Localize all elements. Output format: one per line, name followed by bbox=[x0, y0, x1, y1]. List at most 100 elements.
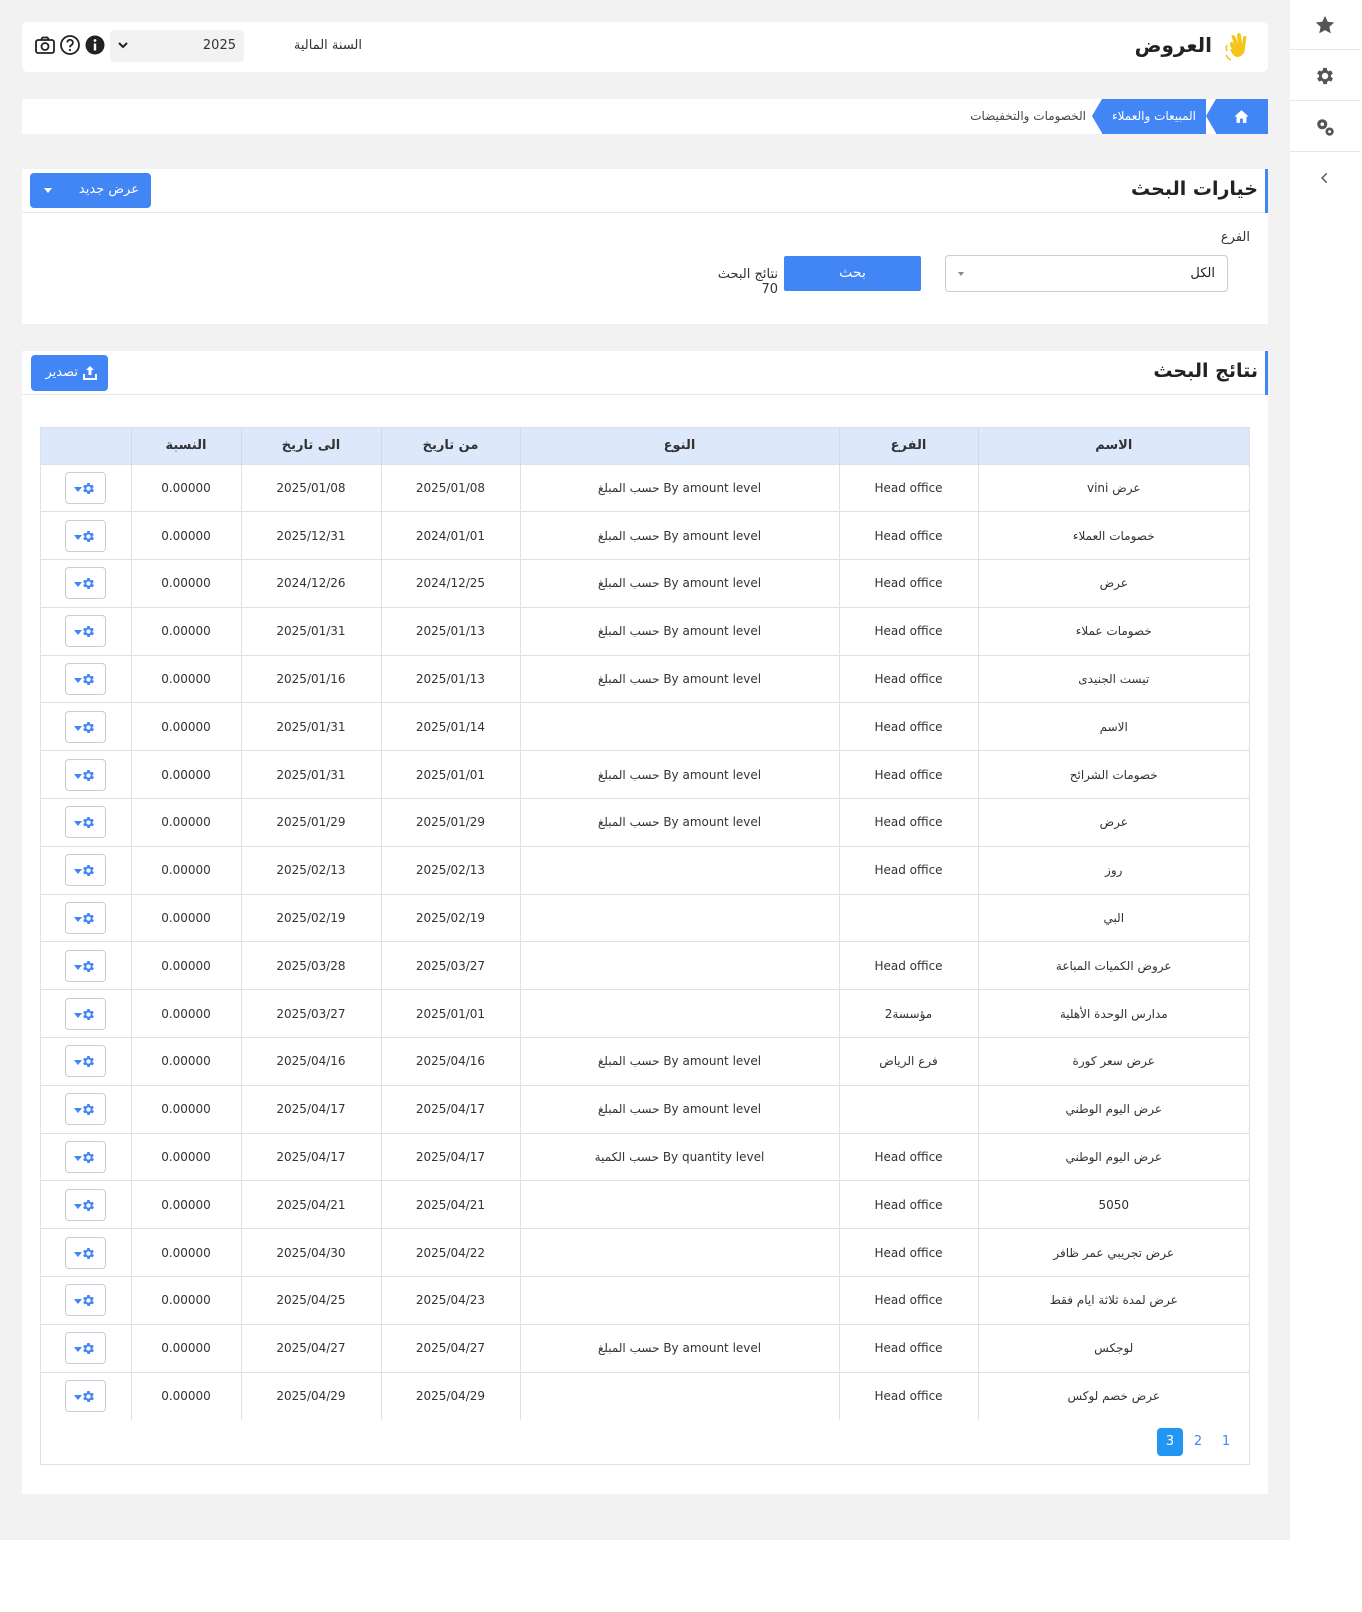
cell-actions bbox=[41, 559, 131, 608]
cell-from-date: 2024/01/01 bbox=[380, 511, 520, 560]
header-icons bbox=[34, 34, 106, 56]
gear-icon bbox=[83, 674, 95, 686]
gear-icon bbox=[83, 530, 95, 542]
row-actions-button[interactable] bbox=[65, 1284, 107, 1317]
caret-down-icon bbox=[74, 1299, 83, 1305]
row-actions-button[interactable] bbox=[65, 567, 107, 600]
cell-branch: Head office bbox=[838, 559, 978, 608]
row-actions-button[interactable] bbox=[65, 1236, 107, 1269]
export-button[interactable]: تصدير bbox=[31, 355, 108, 391]
table-row: روز Head office 2025/02/13 2025/02/13 0.0000… bbox=[41, 845, 1249, 895]
cell-name: خصومات عملاء bbox=[977, 606, 1249, 656]
fiscal-year-select[interactable]: 2025 bbox=[110, 30, 244, 62]
column-header-name[interactable]: الاسم bbox=[977, 428, 1249, 464]
gear-icon bbox=[83, 1008, 95, 1020]
table-row: عرض Head office حسب المبلغ By amount level… bbox=[41, 798, 1249, 847]
help-icon[interactable] bbox=[59, 34, 81, 56]
cell-branch: فرع الرياض bbox=[838, 1037, 978, 1086]
breadcrumb-home[interactable] bbox=[1216, 99, 1268, 134]
table-row: عرض اليوم الوطني Head office حسب الكمية By… bbox=[41, 1132, 1249, 1181]
row-actions-button[interactable] bbox=[65, 615, 107, 648]
cell-actions bbox=[41, 1228, 131, 1277]
cell-percentage: 0.00000 bbox=[130, 511, 241, 560]
results-count-label: نتائج البحث bbox=[717, 267, 778, 282]
gear-icon bbox=[83, 1104, 95, 1116]
cell-type: حسب المبلغ By amount level bbox=[519, 1037, 839, 1086]
info-icon[interactable] bbox=[84, 34, 106, 56]
cell-type: حسب المبلغ By amount level bbox=[519, 798, 839, 847]
panel-accent-bar bbox=[1265, 351, 1268, 395]
cell-percentage: 0.00000 bbox=[130, 750, 241, 799]
row-actions-button[interactable] bbox=[65, 1188, 107, 1221]
row-actions-button[interactable] bbox=[65, 902, 107, 935]
sidebar-item-settings[interactable] bbox=[1290, 51, 1360, 101]
column-header-branch[interactable]: الفرع bbox=[838, 428, 978, 464]
cell-percentage: 0.00000 bbox=[130, 1371, 241, 1420]
cell-percentage: 0.00000 bbox=[130, 463, 241, 512]
caret-down-icon bbox=[44, 188, 52, 193]
row-actions-button[interactable] bbox=[65, 758, 107, 791]
cell-from-date: 2025/04/16 bbox=[380, 1037, 520, 1086]
sidebar-collapse-toggle[interactable] bbox=[1290, 153, 1360, 203]
row-actions-button[interactable] bbox=[65, 1332, 107, 1365]
page-link-3[interactable]: 3 bbox=[1157, 1428, 1183, 1456]
row-actions-button[interactable] bbox=[65, 1141, 107, 1174]
branch-select[interactable]: الكل bbox=[945, 255, 1228, 292]
table-row: عرض تجريبي عمر ظافر Head office 2025/04/22… bbox=[41, 1228, 1249, 1277]
row-actions-button[interactable] bbox=[65, 854, 107, 887]
row-actions-button[interactable] bbox=[65, 471, 107, 504]
column-header-type[interactable]: النوع bbox=[519, 428, 839, 464]
cell-branch: Head office bbox=[838, 941, 978, 990]
row-actions-button[interactable] bbox=[65, 1045, 107, 1078]
cell-name: عرض سعر كورة bbox=[977, 1037, 1249, 1086]
page-link-2[interactable]: 2 bbox=[1185, 1428, 1211, 1456]
row-actions-button[interactable] bbox=[65, 1093, 107, 1126]
cell-branch: مؤسسة2 bbox=[838, 989, 978, 1038]
cell-type bbox=[519, 845, 839, 895]
cell-type bbox=[519, 1276, 839, 1325]
cell-name: مدارس الوحدة الأهلية bbox=[977, 989, 1249, 1038]
cell-percentage: 0.00000 bbox=[130, 798, 241, 847]
gear-icon bbox=[83, 1152, 95, 1164]
column-header-to-date[interactable]: الى تاريخ bbox=[240, 428, 381, 464]
cell-percentage: 0.00000 bbox=[130, 1228, 241, 1277]
cell-type: حسب المبلغ By amount level bbox=[519, 1323, 839, 1373]
row-actions-button[interactable] bbox=[65, 710, 107, 743]
row-actions-button[interactable] bbox=[65, 806, 107, 839]
sidebar-item-favorites[interactable] bbox=[1290, 0, 1360, 50]
table-row: عرض خصم لوكس Head office 2025/04/29 2025/04… bbox=[41, 1371, 1249, 1420]
row-actions-button[interactable] bbox=[65, 1380, 107, 1413]
search-button[interactable]: بحث bbox=[784, 256, 921, 291]
gear-icon bbox=[83, 1295, 95, 1307]
cell-name: عروض الكميات المباعة bbox=[977, 941, 1249, 990]
table-row: الاسم Head office 2025/01/14 2025/01/31 0.00… bbox=[41, 702, 1249, 751]
search-results-header: نتائج البحث تصدير bbox=[22, 351, 1268, 395]
camera-icon[interactable] bbox=[34, 34, 56, 56]
cell-type: حسب المبلغ By amount level bbox=[519, 511, 839, 560]
cell-from-date: 2025/04/23 bbox=[380, 1276, 520, 1325]
breadcrumb-sales-customers[interactable]: المبيعات والعملاء bbox=[1102, 99, 1206, 134]
cell-to-date: 2025/01/31 bbox=[240, 750, 381, 799]
results-count-value: 70 bbox=[761, 282, 778, 297]
cell-percentage: 0.00000 bbox=[130, 702, 241, 751]
cell-to-date: 2025/04/17 bbox=[240, 1084, 381, 1134]
cell-to-date: 2025/01/08 bbox=[240, 463, 381, 512]
row-actions-button[interactable] bbox=[65, 949, 107, 982]
caret-down-icon bbox=[74, 486, 83, 492]
table-row: 5050 Head office 2025/04/21 2025/04/21 0.000… bbox=[41, 1180, 1249, 1229]
caret-down-icon bbox=[74, 869, 83, 875]
row-actions-button[interactable] bbox=[65, 997, 107, 1030]
row-actions-button[interactable] bbox=[65, 519, 107, 552]
cell-percentage: 0.00000 bbox=[130, 1037, 241, 1086]
cell-type: حسب المبلغ By amount level bbox=[519, 559, 839, 608]
sidebar-item-advanced-settings[interactable] bbox=[1290, 102, 1360, 152]
new-offer-button[interactable]: عرض جديد bbox=[30, 173, 151, 208]
column-header-from-date[interactable]: من تاريخ bbox=[380, 428, 520, 464]
cell-branch: Head office bbox=[838, 606, 978, 656]
cell-percentage: 0.00000 bbox=[130, 654, 241, 703]
table-row: البي 2025/02/19 2025/02/19 0.00000 bbox=[41, 893, 1249, 942]
row-actions-button[interactable] bbox=[65, 663, 107, 696]
cell-to-date: 2025/03/27 bbox=[240, 989, 381, 1038]
page-link-1[interactable]: 1 bbox=[1213, 1428, 1239, 1456]
column-header-percentage[interactable]: النسبة bbox=[130, 428, 241, 464]
